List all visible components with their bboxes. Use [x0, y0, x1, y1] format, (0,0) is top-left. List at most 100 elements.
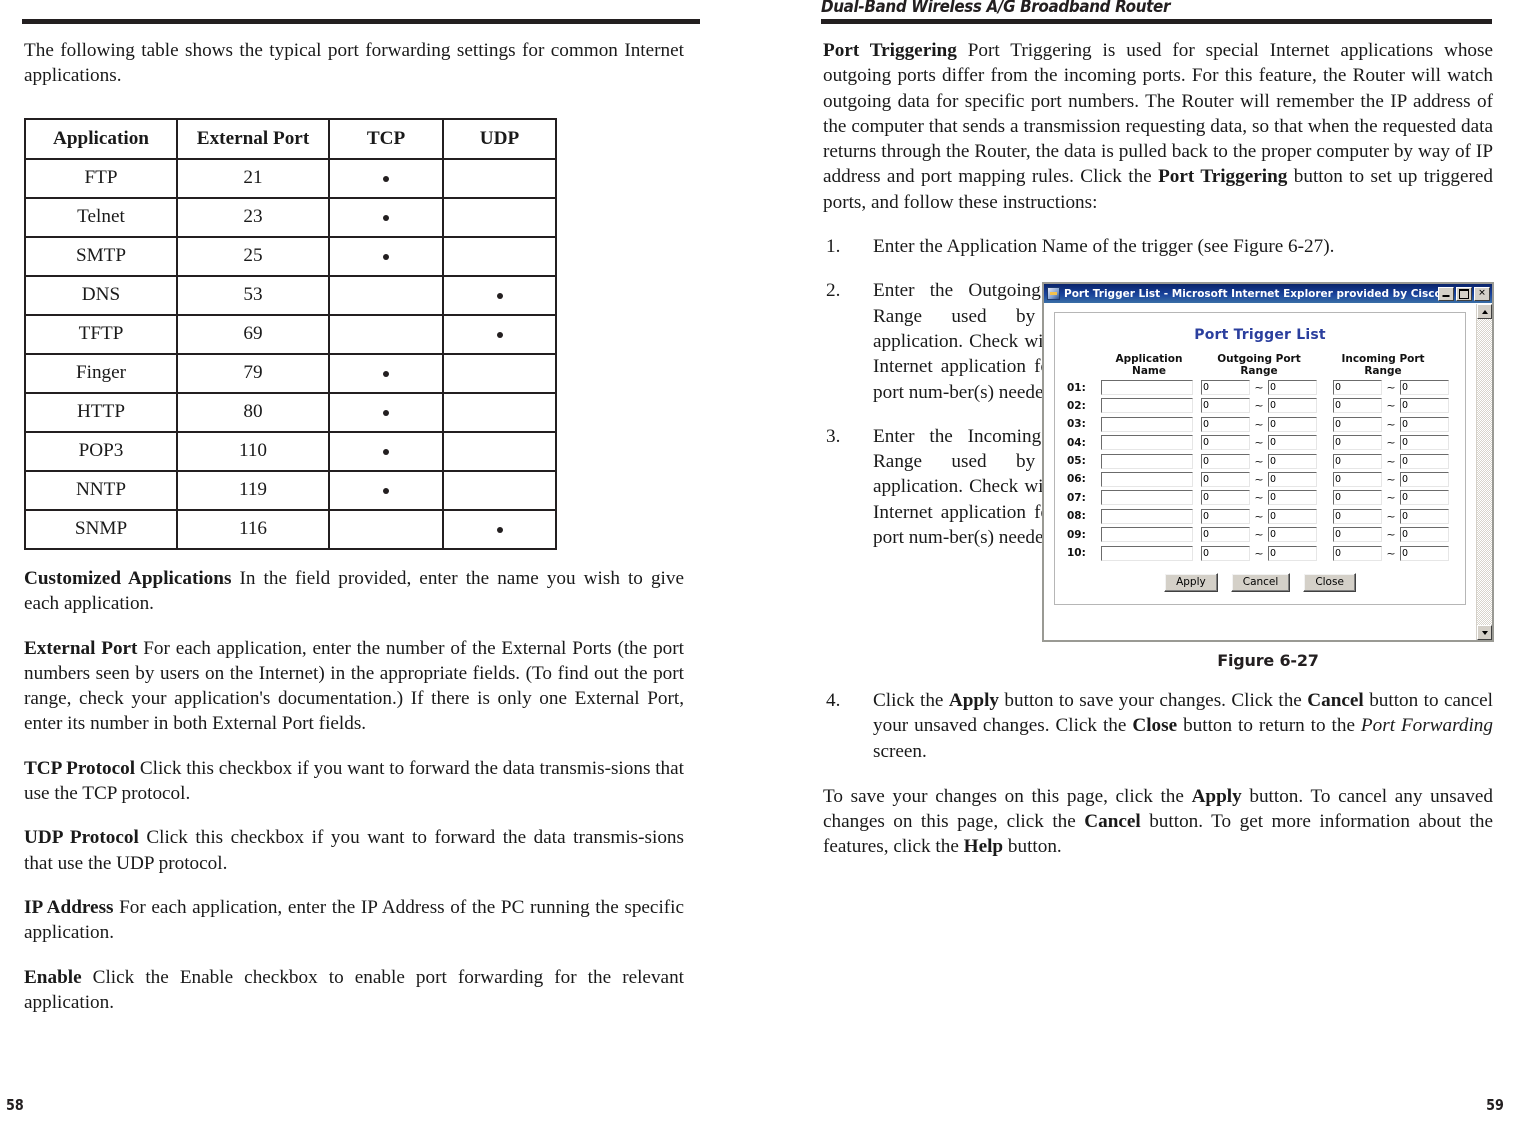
- figure-caption: Figure 6-27: [1217, 651, 1319, 670]
- application-name-input[interactable]: [1101, 416, 1193, 432]
- application-name-input[interactable]: [1101, 453, 1193, 469]
- incoming-port-to-input[interactable]: 0: [1400, 453, 1449, 469]
- outgoing-port-to-input[interactable]: 0: [1268, 527, 1317, 543]
- incoming-port-from-input[interactable]: 0: [1333, 398, 1382, 414]
- application-name-input[interactable]: [1101, 380, 1193, 395]
- definition-term: Customized Applications: [24, 568, 232, 589]
- cell-tcp: [328, 158, 444, 199]
- range-separator: ~: [1386, 472, 1396, 486]
- vertical-scrollbar[interactable]: [1476, 304, 1492, 640]
- outgoing-port-to-input[interactable]: 0: [1268, 416, 1317, 432]
- outgoing-port-to-input[interactable]: 0: [1268, 435, 1317, 451]
- table-row: TFTP 69: [24, 314, 557, 355]
- incoming-port-from-input[interactable]: 0: [1333, 490, 1382, 506]
- step-number: 2.: [826, 280, 841, 302]
- application-name-input[interactable]: [1101, 527, 1193, 543]
- window-titlebar[interactable]: Port Trigger List - Microsoft Internet E…: [1044, 284, 1492, 303]
- scroll-up-arrow-icon[interactable]: [1477, 304, 1492, 319]
- outgoing-port-from-input[interactable]: 0: [1201, 527, 1250, 543]
- outgoing-port-to-input[interactable]: 0: [1268, 380, 1317, 395]
- incoming-port-from-input[interactable]: 0: [1333, 545, 1382, 561]
- outgoing-port-from-input[interactable]: 0: [1201, 471, 1250, 487]
- window-client-area: Port Trigger List Application Name Outgo…: [1044, 303, 1492, 640]
- window-control-buttons: ✕: [1438, 286, 1490, 301]
- left-page-column: The following table shows the typical po…: [24, 38, 684, 89]
- outgoing-port-to-input[interactable]: 0: [1268, 508, 1317, 524]
- incoming-port-from-input[interactable]: 0: [1333, 508, 1382, 524]
- outgoing-port-from-input[interactable]: 0: [1201, 545, 1250, 561]
- cell-tcp: [328, 353, 444, 394]
- trigger-row: 10: 0 ~0 0 ~0: [1067, 545, 1453, 561]
- tcp-dot-icon: [383, 253, 389, 260]
- range-separator: ~: [1386, 381, 1396, 394]
- scroll-down-arrow-icon[interactable]: [1477, 625, 1492, 640]
- outgoing-port-to-input[interactable]: 0: [1268, 398, 1317, 414]
- outgoing-port-from-input[interactable]: 0: [1201, 453, 1250, 469]
- panel-column-headers: Application Name Outgoing Port Range Inc…: [1067, 353, 1453, 377]
- cell-external-port: 79: [176, 353, 330, 394]
- incoming-port-from-input[interactable]: 0: [1333, 435, 1382, 451]
- intro-paragraph: The following table shows the typical po…: [24, 40, 684, 87]
- outgoing-port-to-input[interactable]: 0: [1268, 490, 1317, 506]
- tcp-dot-icon: [383, 214, 389, 221]
- tcp-dot-icon: [383, 409, 389, 416]
- incoming-port-to-input[interactable]: 0: [1400, 435, 1449, 451]
- cell-udp: [442, 470, 557, 511]
- range-separator: ~: [1386, 509, 1396, 523]
- column-header-external-port: External Port: [176, 118, 330, 160]
- page-left: The following table shows the typical po…: [0, 0, 757, 1132]
- outgoing-port-from-input[interactable]: 0: [1201, 508, 1250, 524]
- application-name-input[interactable]: [1101, 545, 1193, 561]
- trigger-row: 07: 0 ~0 0 ~0: [1067, 490, 1453, 506]
- cell-tcp: [328, 470, 444, 511]
- tcp-dot-icon: [383, 487, 389, 494]
- incoming-port-from-input[interactable]: 0: [1333, 380, 1382, 395]
- outgoing-port-to-input[interactable]: 0: [1268, 471, 1317, 487]
- incoming-port-to-input[interactable]: 0: [1400, 416, 1449, 432]
- udp-dot-icon: [496, 526, 503, 533]
- application-name-input[interactable]: [1101, 508, 1193, 524]
- incoming-port-from-input[interactable]: 0: [1333, 527, 1382, 543]
- outgoing-port-from-input[interactable]: 0: [1201, 380, 1250, 395]
- range-separator: ~: [1254, 528, 1264, 542]
- closing-text-1: To save your changes on this page, click…: [823, 785, 1192, 807]
- column-header-tcp: TCP: [328, 118, 444, 160]
- incoming-port-to-input[interactable]: 0: [1400, 398, 1449, 414]
- cell-application: Telnet: [24, 197, 178, 238]
- application-name-input[interactable]: [1101, 398, 1193, 414]
- close-button[interactable]: Close: [1303, 572, 1356, 592]
- udp-dot-icon: [496, 292, 503, 299]
- outgoing-port-from-input[interactable]: 0: [1201, 416, 1250, 432]
- outgoing-port-from-input[interactable]: 0: [1201, 490, 1250, 506]
- cancel-button[interactable]: Cancel: [1230, 572, 1291, 592]
- outgoing-port-to-input[interactable]: 0: [1268, 545, 1317, 561]
- port-triggering-paragraph: Port Triggering Port Triggering is used …: [823, 38, 1493, 215]
- step-4-text-2: button to save your changes. Click the: [999, 690, 1308, 711]
- incoming-port-from-input[interactable]: 0: [1333, 416, 1382, 432]
- incoming-port-to-input[interactable]: 0: [1400, 471, 1449, 487]
- web-page-content: Port Trigger List Application Name Outgo…: [1044, 304, 1476, 640]
- apply-button[interactable]: Apply: [1164, 572, 1218, 592]
- outgoing-port-from-input[interactable]: 0: [1201, 398, 1250, 414]
- application-name-input[interactable]: [1101, 471, 1193, 487]
- incoming-port-from-input[interactable]: 0: [1333, 453, 1382, 469]
- range-separator: ~: [1386, 454, 1396, 468]
- application-name-input[interactable]: [1101, 435, 1193, 451]
- cell-application: SNMP: [24, 509, 178, 550]
- incoming-port-to-input[interactable]: 0: [1400, 545, 1449, 561]
- row-index-label: 05:: [1067, 455, 1086, 468]
- incoming-port-to-input[interactable]: 0: [1400, 527, 1449, 543]
- minimize-icon[interactable]: [1438, 286, 1454, 301]
- incoming-port-from-input[interactable]: 0: [1333, 471, 1382, 487]
- cell-external-port: 110: [176, 431, 330, 472]
- close-icon[interactable]: ✕: [1474, 286, 1490, 301]
- incoming-port-to-input[interactable]: 0: [1400, 380, 1449, 395]
- incoming-port-to-input[interactable]: 0: [1400, 490, 1449, 506]
- incoming-port-to-input[interactable]: 0: [1400, 508, 1449, 524]
- port-trigger-panel: Port Trigger List Application Name Outgo…: [1054, 312, 1466, 605]
- maximize-icon[interactable]: [1456, 286, 1472, 301]
- outgoing-port-from-input[interactable]: 0: [1201, 435, 1250, 451]
- step-4-bold-close: Close: [1132, 715, 1178, 737]
- outgoing-port-to-input[interactable]: 0: [1268, 453, 1317, 469]
- application-name-input[interactable]: [1101, 490, 1193, 506]
